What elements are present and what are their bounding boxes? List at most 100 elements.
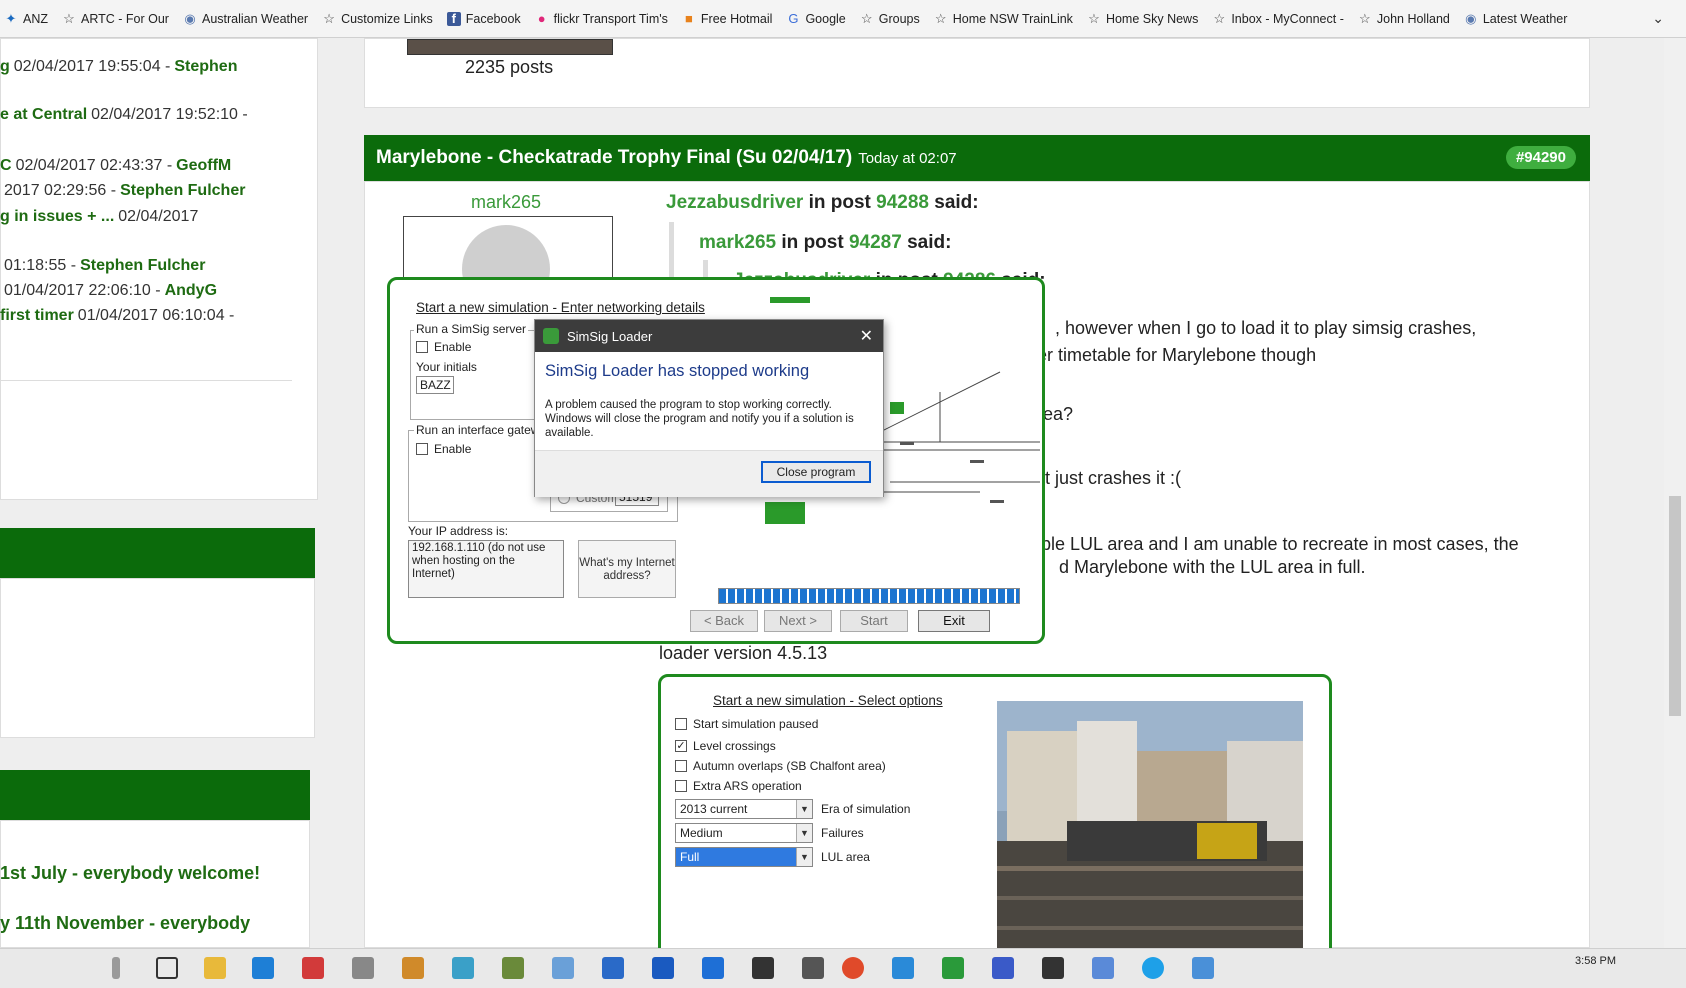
app-icon[interactable]: [942, 957, 964, 979]
start-button[interactable]: Start: [840, 610, 908, 632]
bookmark-item[interactable]: ☆ Home Sky News: [1087, 11, 1198, 26]
app-icon[interactable]: [992, 957, 1014, 979]
recent-post-item[interactable]: C 02/04/2017 02:43:37 - GeoffM: [0, 157, 231, 175]
select-value: Full: [680, 850, 700, 864]
bookmark-item[interactable]: ◉ Australian Weather: [183, 11, 308, 26]
bookmark-item[interactable]: ☆ ARTC - For Our: [62, 11, 169, 26]
app-icon[interactable]: [452, 957, 474, 979]
quote-user[interactable]: Jezzabusdriver: [666, 192, 803, 213]
close-program-button[interactable]: Close program: [761, 461, 871, 483]
scrollbar-thumb[interactable]: [1669, 496, 1681, 716]
option-select[interactable]: Medium ▼: [675, 823, 813, 843]
bookmark-item[interactable]: ◉ Latest Weather: [1464, 11, 1567, 26]
bookmark-item[interactable]: G Google: [786, 11, 845, 26]
unchecked-box: [675, 760, 687, 772]
file-explorer-icon[interactable]: [204, 957, 226, 979]
chevron-down-icon[interactable]: ▼: [796, 800, 812, 818]
recent-post-author[interactable]: AndyG: [165, 282, 217, 299]
next-button[interactable]: Next >: [764, 610, 832, 632]
bookmark-label: Facebook: [465, 11, 521, 26]
recent-post-title[interactable]: e at Central: [0, 106, 87, 123]
bookmark-item[interactable]: ☆ Home NSW TrainLink: [934, 11, 1073, 26]
app-icon[interactable]: [502, 957, 524, 979]
whats-my-ip-button[interactable]: What's my Internet address?: [578, 540, 676, 598]
event-link[interactable]: y 11th November - everybody: [0, 913, 250, 934]
enable-gateway-checkbox[interactable]: Enable: [416, 442, 471, 456]
simsig-icon[interactable]: [1042, 957, 1064, 979]
post-number-badge[interactable]: #94290: [1505, 146, 1576, 169]
recent-post-author[interactable]: Stephen: [174, 58, 237, 75]
app-icon[interactable]: [402, 957, 424, 979]
skype-icon[interactable]: [1142, 957, 1164, 979]
enable-server-checkbox[interactable]: Enable: [416, 340, 471, 354]
bookmark-item[interactable]: ✦ ANZ: [4, 11, 48, 26]
unchecked-box: [675, 718, 687, 730]
simsig-options-window: Start a new simulation - Select options …: [658, 674, 1332, 958]
bookmark-item[interactable]: ■ Free Hotmail: [682, 11, 772, 26]
microphone-icon[interactable]: [112, 957, 120, 979]
quote-post-link[interactable]: 94287: [849, 232, 902, 253]
recent-post-title[interactable]: first timer: [0, 307, 74, 324]
recent-post-title[interactable]: g: [0, 58, 10, 75]
simsig-icon[interactable]: [752, 957, 774, 979]
recent-post-item[interactable]: g 02/04/2017 19:55:04 - Stephen: [0, 58, 237, 76]
recent-post-author[interactable]: Stephen Fulcher: [80, 257, 205, 274]
mail-icon[interactable]: [802, 957, 824, 979]
option-select[interactable]: Full ▼: [675, 847, 813, 867]
quote-header: Jezzabusdriver in post 94288 said:: [666, 192, 979, 214]
edge-icon[interactable]: [702, 957, 724, 979]
quote-user[interactable]: mark265: [699, 232, 776, 253]
station-photo: [997, 701, 1303, 951]
thread-title[interactable]: Marylebone - Checkatrade Trophy Final (S…: [376, 147, 852, 169]
app-icon[interactable]: [352, 957, 374, 979]
post-author[interactable]: mark265: [471, 192, 541, 213]
bookmark-item[interactable]: ☆ John Holland: [1358, 11, 1450, 26]
option-checkbox[interactable]: Extra ARS operation: [675, 779, 802, 793]
taskbar-clock[interactable]: 3:58 PM: [1575, 955, 1616, 967]
back-button[interactable]: < Back: [690, 610, 758, 632]
recent-post-item[interactable]: 01:18:55 - Stephen Fulcher: [0, 257, 205, 275]
event-link[interactable]: 1st July - everybody welcome!: [0, 863, 260, 884]
option-checkbox[interactable]: ✓ Level crossings: [675, 739, 776, 753]
bookmarks-overflow-chevron-icon[interactable]: ⌄: [1652, 10, 1664, 27]
recent-post-author[interactable]: GeoffM: [176, 157, 231, 174]
option-checkbox[interactable]: Start simulation paused: [675, 717, 818, 731]
option-checkbox[interactable]: Autumn overlaps (SB Chalfont area): [675, 759, 886, 773]
close-icon[interactable]: ✕: [860, 326, 873, 346]
app-icon[interactable]: [1192, 957, 1214, 979]
recent-post-title[interactable]: C: [0, 157, 12, 174]
shield-icon[interactable]: [652, 957, 674, 979]
recent-post-item[interactable]: 2017 02:29:56 - Stephen Fulcher: [0, 182, 245, 200]
bookmark-item[interactable]: ☆ Customize Links: [322, 11, 433, 26]
bookmark-item[interactable]: ● flickr Transport Tim's: [535, 11, 668, 26]
recent-post-item[interactable]: g in issues + ... 02/04/2017: [0, 208, 202, 226]
initials-input[interactable]: BAZZ: [416, 376, 454, 394]
select-value: 2013 current: [680, 802, 748, 816]
app-icon[interactable]: [602, 957, 624, 979]
ip-address-field[interactable]: 192.168.1.110 (do not use when hosting o…: [408, 540, 564, 598]
previous-post-image: [407, 39, 613, 55]
recent-post-item[interactable]: 01/04/2017 22:06:10 - AndyG: [0, 282, 217, 300]
chevron-down-icon[interactable]: ▼: [796, 824, 812, 842]
recent-post-title[interactable]: g in issues + ...: [0, 208, 114, 225]
page-scrollbar[interactable]: [1664, 38, 1686, 948]
store-icon[interactable]: [252, 957, 274, 979]
chevron-down-icon[interactable]: ▼: [796, 848, 812, 866]
bookmark-item[interactable]: ☆ Groups: [860, 11, 920, 26]
quote-post-link[interactable]: 94288: [876, 192, 929, 213]
app-icon[interactable]: [302, 957, 324, 979]
recent-post-author[interactable]: Stephen Fulcher: [120, 182, 245, 199]
internet-explorer-icon[interactable]: [892, 957, 914, 979]
bookmark-label: Inbox - MyConnect -: [1231, 11, 1344, 26]
task-view-icon[interactable]: [156, 957, 178, 979]
bookmark-item[interactable]: f Facebook: [446, 11, 521, 26]
exit-button[interactable]: Exit: [918, 610, 990, 632]
app-icon[interactable]: [1092, 957, 1114, 979]
window-heading: Start a new simulation - Enter networkin…: [416, 300, 705, 315]
recent-post-item[interactable]: e at Central 02/04/2017 19:52:10 -: [0, 106, 252, 124]
recent-post-item[interactable]: first timer 01/04/2017 06:10:04 -: [0, 307, 238, 325]
bookmark-item[interactable]: ☆ Inbox - MyConnect -: [1212, 11, 1344, 26]
app-icon[interactable]: [552, 957, 574, 979]
chrome-icon[interactable]: [842, 957, 864, 979]
option-select[interactable]: 2013 current ▼: [675, 799, 813, 819]
